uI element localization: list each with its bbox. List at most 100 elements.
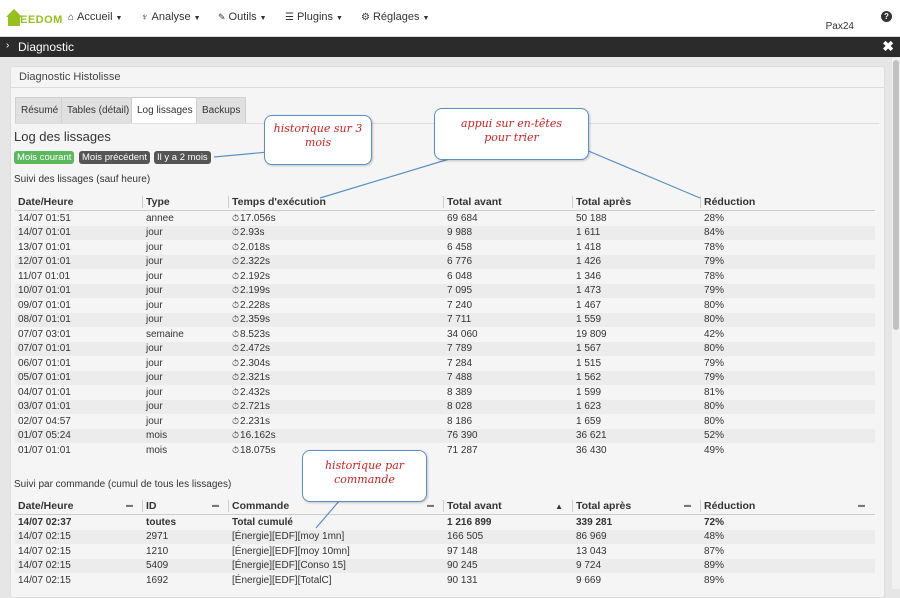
clock-icon: ⏱: [232, 343, 240, 354]
close-icon[interactable]: ✖: [882, 38, 894, 55]
jeedom-logo[interactable]: EEDOM: [4, 5, 62, 31]
clock-icon: ⏱: [232, 285, 240, 296]
table-cell: 81%: [701, 385, 875, 400]
col2-reduction[interactable]: Réduction ▬: [701, 497, 875, 515]
tab-backups[interactable]: Backups: [196, 97, 247, 123]
table-cell: 50 188: [573, 211, 701, 226]
table-row: 06/07 01:01 jour ⏱2.304s 7 284 1 515 79%: [15, 356, 875, 371]
scrollbar[interactable]: [892, 58, 900, 589]
col-type[interactable]: Type: [143, 193, 229, 211]
cell-value: jour: [146, 343, 163, 355]
cell-value: 13/07 01:01: [18, 241, 71, 253]
table-cell: 42%: [701, 327, 875, 342]
tab-tables-detail[interactable]: Tables (détail): [61, 97, 136, 123]
table-cell: 28%: [701, 211, 875, 226]
table-cell: jour: [143, 370, 229, 385]
table-cell: 8 028: [444, 399, 573, 414]
table-cell: 89%: [701, 558, 875, 573]
table-cell: ⏱2.322s: [229, 254, 444, 269]
clock-icon: ⏱: [232, 227, 240, 238]
section-title: Log des lissages: [14, 129, 111, 144]
table-cell: 80%: [701, 414, 875, 429]
col2-total-avant[interactable]: Total avant ▲: [444, 497, 573, 515]
table-cell: 34 060: [444, 327, 573, 342]
btn-il-y-a-2-mois[interactable]: Il y a 2 mois: [154, 151, 211, 164]
table-cell: ⏱2.432s: [229, 385, 444, 400]
menu-outils[interactable]: ✎ Outils ▼: [218, 11, 267, 23]
table-cell: [Énergie][EDF][moy 10mn]: [229, 544, 444, 559]
chevron-right-icon[interactable]: ›: [6, 40, 9, 51]
cell-value: 12/07 01:01: [18, 256, 71, 268]
col-total-apres-label: Total après: [576, 195, 632, 208]
cell-value: 18.075s: [240, 444, 276, 456]
callout-sort-text: appui sur en-têtes pour trier: [460, 117, 563, 144]
scrollbar-thumb[interactable]: [893, 60, 899, 330]
menu-reglages[interactable]: ⚙ Réglages ▼: [361, 11, 429, 23]
cell-value: 87%: [704, 545, 725, 557]
col2-date-heure[interactable]: Date/Heure ▬: [15, 497, 143, 515]
cell-value: 14/07 02:15: [18, 560, 71, 572]
menu-analyse[interactable]: ♆ Analyse ▼: [141, 11, 201, 23]
cell-value: 78%: [704, 270, 725, 282]
table-cell: 14/07 01:01: [15, 225, 143, 240]
panel-heading: Diagnostic Histolisse: [19, 71, 121, 83]
col-total-apres[interactable]: Total après: [573, 193, 701, 211]
table-cell: ⏱2.304s: [229, 356, 444, 371]
table-cell: 04/07 01:01: [15, 385, 143, 400]
cell-value: 1 346: [576, 270, 602, 282]
cell-value: 01/07 05:24: [18, 430, 71, 442]
cell-value: toutes: [146, 516, 176, 528]
cell-value: 14/07 01:01: [18, 227, 71, 239]
cell-value: 2.359s: [240, 314, 271, 326]
cell-value: 9 724: [576, 560, 602, 572]
col-reduction[interactable]: Réduction: [701, 193, 875, 211]
tab-log-lissages[interactable]: Log lissages: [131, 97, 199, 124]
table-cell: 80%: [701, 298, 875, 313]
tab-resume[interactable]: Résumé: [15, 97, 65, 123]
table-cell: 07/07 01:01: [15, 341, 143, 356]
table-cell: 1 562: [573, 370, 701, 385]
cell-value: 1 623: [576, 401, 602, 413]
cell-value: 2.192s: [240, 270, 271, 282]
cell-value: 2.322s: [240, 256, 271, 268]
table-row: 14/07 01:01 jour ⏱2.93s 9 988 1 611 84%: [15, 225, 875, 240]
table-cell: 1 567: [573, 341, 701, 356]
sort-icon: ▬: [684, 502, 691, 509]
table-cell: ⏱2.321s: [229, 370, 444, 385]
cell-value: jour: [146, 357, 163, 369]
table-cell: 80%: [701, 341, 875, 356]
table-row: 01/07 05:24 mois ⏱16.162s 76 390 36 621 52%: [15, 428, 875, 443]
cell-value: 16.162s: [240, 430, 276, 442]
col-date-heure[interactable]: Date/Heure: [15, 193, 143, 211]
col2-id[interactable]: ID ▬: [143, 497, 229, 515]
menu-accueil[interactable]: ⌂ Accueil ▼: [68, 11, 122, 23]
user-name[interactable]: Pax24: [826, 21, 854, 32]
help-icon[interactable]: ?: [881, 11, 892, 22]
col2-total-apres-label: Total après: [576, 499, 632, 512]
btn-mois-courant[interactable]: Mois courant: [14, 151, 75, 164]
cell-value: 17.056s: [240, 212, 276, 224]
cell-value: 1210: [146, 545, 169, 557]
cell-value: 2.304s: [240, 357, 271, 369]
table-row: 05/07 01:01 jour ⏱2.321s 7 488 1 562 79%: [15, 370, 875, 385]
clock-icon: ⏱: [232, 357, 240, 368]
table-cell: 14/07 02:37: [15, 515, 143, 530]
home-icon: ⌂: [68, 12, 75, 23]
table-cell: [Énergie][EDF][moy 1mn]: [229, 529, 444, 544]
table-cell: 13/07 01:01: [15, 240, 143, 255]
cell-value: 1 418: [576, 241, 602, 253]
table-cell: [Énergie][EDF][TotalC]: [229, 573, 444, 588]
house-logo-body: [8, 16, 20, 26]
btn-mois-precedent[interactable]: Mois précédent: [79, 151, 150, 164]
table-cell: 7 095: [444, 283, 573, 298]
col2-total-apres[interactable]: Total après ▬: [573, 497, 701, 515]
table-cell: 7 240: [444, 298, 573, 313]
cell-value: 7 240: [447, 299, 473, 311]
menu-plugins[interactable]: ☰ Plugins ▼: [285, 11, 343, 23]
cell-value: jour: [146, 401, 163, 413]
col-temps-execution[interactable]: Temps d'exécution: [229, 193, 444, 211]
col-total-avant[interactable]: Total avant: [444, 193, 573, 211]
caret-down-icon: ▼: [259, 15, 267, 22]
table-cell: 36 430: [573, 443, 701, 458]
table-cell: jour: [143, 240, 229, 255]
